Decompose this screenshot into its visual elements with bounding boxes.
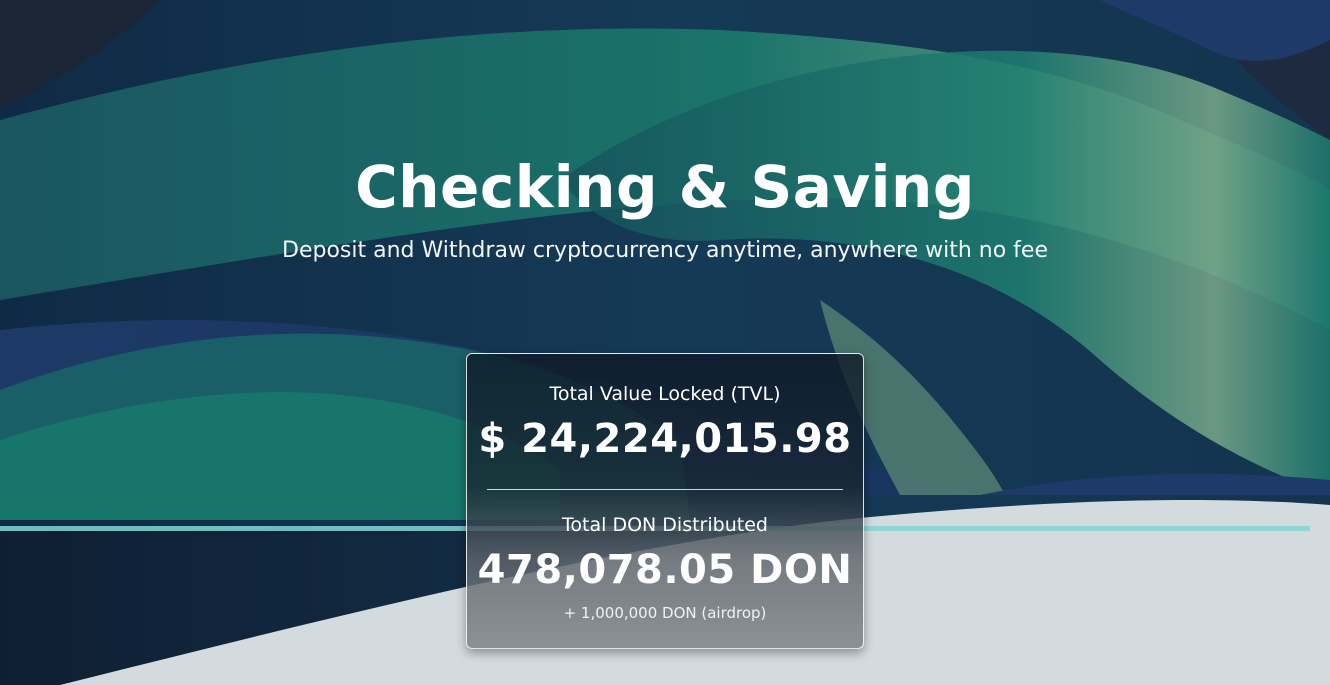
tvl-value: $ 24,224,015.98 bbox=[478, 416, 852, 462]
stats-divider bbox=[487, 489, 843, 490]
don-distributed-value: 478,078.05 DON bbox=[477, 547, 853, 593]
airdrop-note: + 1,000,000 DON (airdrop) bbox=[563, 604, 767, 622]
don-distributed-label: Total DON Distributed bbox=[562, 514, 768, 536]
stats-card: Total Value Locked (TVL) $ 24,224,015.98… bbox=[466, 353, 864, 649]
hero-section: Checking & Saving Deposit and Withdraw c… bbox=[0, 0, 1330, 685]
page-subtitle: Deposit and Withdraw cryptocurrency anyt… bbox=[282, 238, 1048, 263]
page-title: Checking & Saving bbox=[355, 153, 975, 221]
tvl-label: Total Value Locked (TVL) bbox=[549, 383, 781, 405]
